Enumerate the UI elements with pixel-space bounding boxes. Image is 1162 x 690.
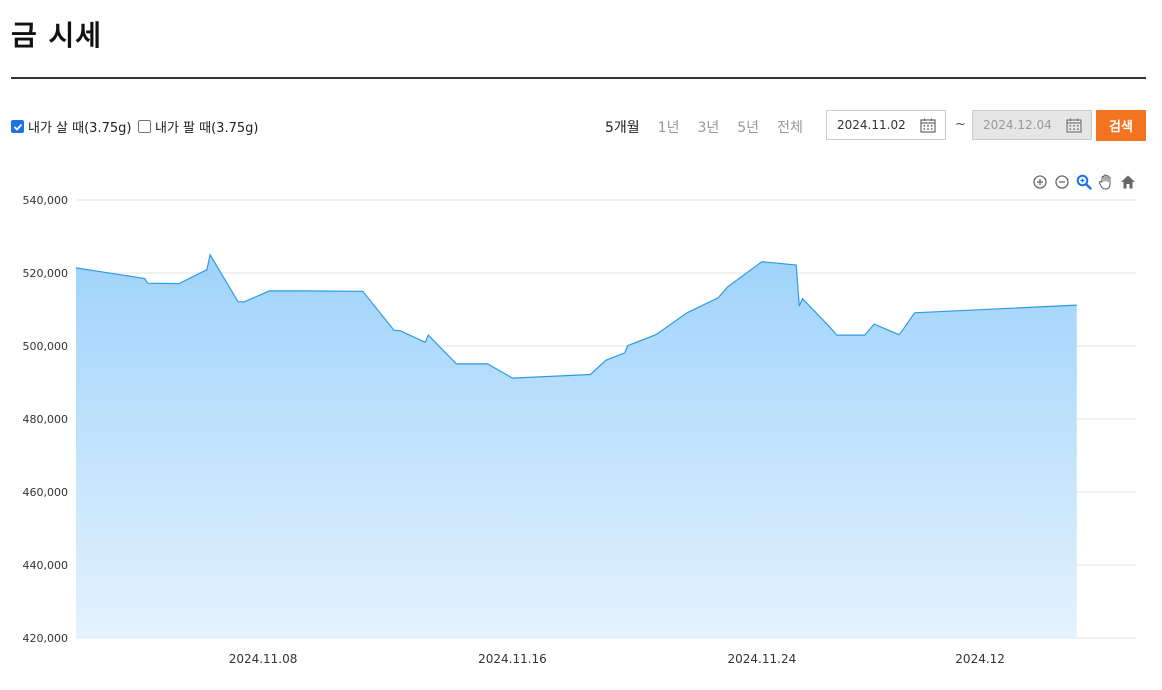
end-date-value: 2024.12.04: [983, 118, 1052, 132]
y-tick-label: 420,000: [23, 632, 69, 645]
x-tick-label: 2024.12: [955, 652, 1005, 666]
sell-price-checkbox[interactable]: [138, 120, 151, 133]
title-divider: [11, 77, 1146, 79]
x-tick-label: 2024.11.08: [229, 652, 298, 666]
y-tick-label: 520,000: [23, 267, 69, 280]
start-date-value: 2024.11.02: [837, 118, 906, 132]
calendar-icon[interactable]: [1066, 118, 1082, 133]
period-tab-3y[interactable]: 3년: [697, 117, 719, 137]
y-tick-label: 460,000: [23, 486, 69, 499]
date-separator: ~: [955, 117, 966, 132]
gold-price-chart: 540,000 520,000 500,000 480,000 460,000 440,0…: [23, 194, 1136, 666]
buy-price-option[interactable]: 내가 살 때(3.75g): [11, 117, 131, 136]
period-tab-5y[interactable]: 5년: [737, 117, 759, 137]
period-tabs: 5개월 1년 3년 5년 전체: [605, 117, 803, 137]
x-tick-label: 2024.11.16: [478, 652, 547, 666]
y-axis-ticks: 540,000 520,000 500,000 480,000 460,000 440,0…: [23, 194, 69, 645]
period-tab-1y[interactable]: 1년: [658, 117, 680, 137]
y-tick-label: 540,000: [23, 194, 69, 207]
buy-price-label: 내가 살 때(3.75g): [28, 121, 132, 136]
page-title: 금 시세: [11, 19, 103, 52]
y-tick-label: 440,000: [23, 559, 69, 572]
calendar-icon[interactable]: [920, 118, 936, 133]
chart-controls: 내가 살 때(3.75g) 내가 팔 때(3.75g) 5개월 1년 3년 5년…: [11, 110, 1146, 142]
x-tick-label: 2024.11.24: [728, 652, 797, 666]
y-tick-label: 480,000: [23, 413, 69, 426]
search-button[interactable]: 검색: [1096, 110, 1146, 141]
end-date-input[interactable]: 2024.12.04: [972, 110, 1092, 140]
y-tick-label: 500,000: [23, 340, 69, 353]
period-tab-5m[interactable]: 5개월: [605, 117, 640, 137]
sell-price-label: 내가 팔 때(3.75g): [155, 121, 259, 136]
buy-price-checkbox[interactable]: [11, 120, 24, 133]
x-axis-ticks: 2024.11.08 2024.11.16 2024.11.24 2024.12: [229, 652, 1005, 666]
sell-price-option[interactable]: 내가 팔 때(3.75g): [138, 117, 258, 136]
start-date-input[interactable]: 2024.11.02: [826, 110, 946, 140]
period-tab-all[interactable]: 전체: [777, 117, 803, 137]
